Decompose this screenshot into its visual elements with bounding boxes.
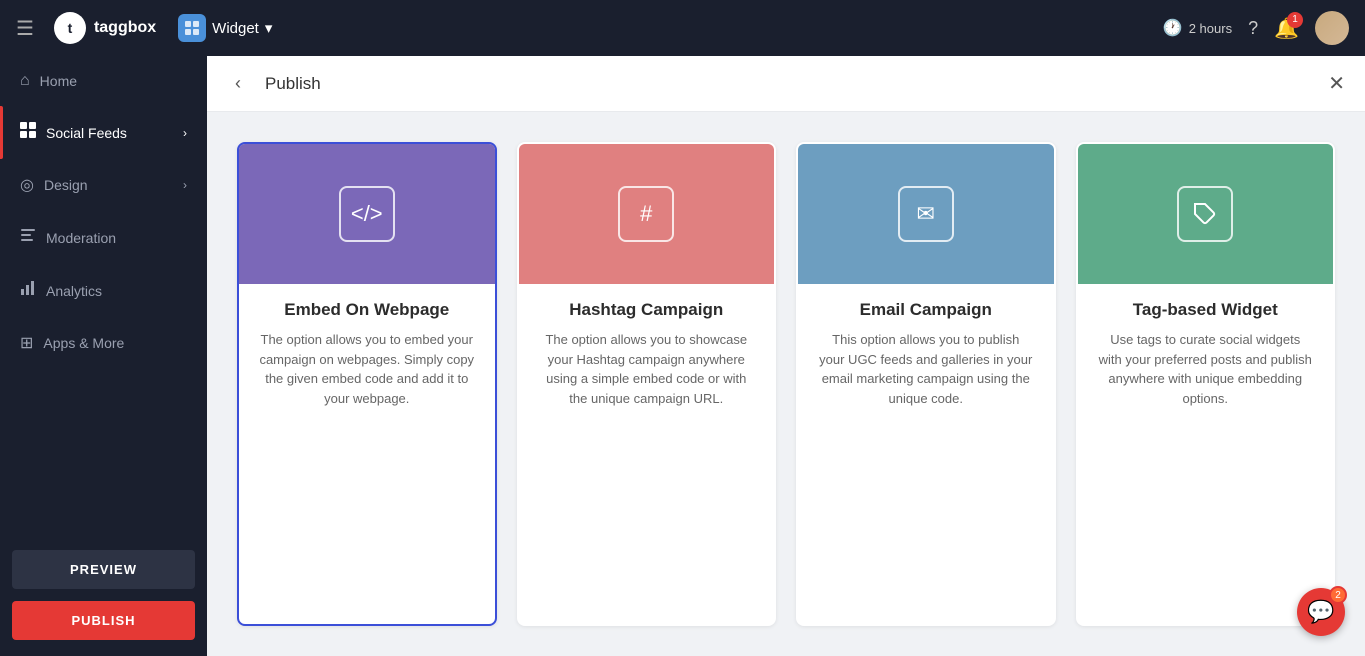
nav-right: 🕐 2 hours ? 🔔 1: [1163, 11, 1349, 45]
main-layout: ⌂ Home Social Feeds › ◎ Design ›: [0, 56, 1365, 656]
tag-card-icon-area: [1078, 144, 1334, 284]
analytics-icon: [20, 280, 36, 301]
design-icon: ◎: [20, 175, 34, 195]
sidebar-label-social-feeds: Social Feeds: [46, 125, 127, 141]
chat-icon: 💬: [1307, 599, 1334, 625]
time-label: 2 hours: [1189, 21, 1232, 36]
tag-card-desc: Use tags to curate social widgets with y…: [1098, 330, 1314, 408]
embed-card-body: Embed On Webpage The option allows you t…: [239, 284, 495, 624]
embed-card-title: Embed On Webpage: [259, 300, 475, 320]
logo: t taggbox: [54, 12, 156, 44]
top-navbar: ☰ t taggbox Widget ▾ 🕐 2 hours ? 🔔 1: [0, 0, 1365, 56]
hashtag-card-icon-area: #: [519, 144, 775, 284]
hashtag-card-desc: The option allows you to showcase your H…: [539, 330, 755, 408]
preview-button[interactable]: PREVIEW: [12, 550, 195, 589]
avatar[interactable]: [1315, 11, 1349, 45]
sidebar-item-apps-more[interactable]: ⊞ Apps & More: [0, 317, 207, 369]
notification-badge: 1: [1287, 12, 1303, 28]
help-icon[interactable]: ?: [1248, 18, 1258, 39]
embed-card-icon-area: </>: [239, 144, 495, 284]
tag-card-title: Tag-based Widget: [1098, 300, 1314, 320]
tag-icon: [1177, 186, 1233, 242]
sidebar-item-design[interactable]: ◎ Design ›: [0, 159, 207, 211]
publish-title: Publish: [265, 74, 1312, 94]
embed-card-desc: The option allows you to embed your camp…: [259, 330, 475, 408]
email-card-desc: This option allows you to publish your U…: [818, 330, 1034, 408]
sidebar: ⌂ Home Social Feeds › ◎ Design ›: [0, 56, 207, 656]
widget-chevron: ▾: [265, 19, 273, 37]
sidebar-bottom: PREVIEW PUBLISH: [0, 542, 207, 656]
hashtag-card[interactable]: # Hashtag Campaign The option allows you…: [517, 142, 777, 626]
apps-icon: ⊞: [20, 333, 33, 353]
sidebar-label-apps: Apps & More: [43, 335, 124, 351]
chevron-right-icon: ›: [183, 126, 187, 140]
tag-card[interactable]: Tag-based Widget Use tags to curate soci…: [1076, 142, 1336, 626]
sidebar-label-design: Design: [44, 177, 88, 193]
logo-icon: t: [54, 12, 86, 44]
embed-icon: </>: [339, 186, 395, 242]
publish-button[interactable]: PUBLISH: [12, 601, 195, 640]
hashtag-card-title: Hashtag Campaign: [539, 300, 755, 320]
social-feeds-icon: [20, 122, 36, 143]
clock-icon: 🕐: [1163, 18, 1183, 38]
embed-card[interactable]: </> Embed On Webpage The option allows y…: [237, 142, 497, 626]
sidebar-item-moderation[interactable]: Moderation: [0, 211, 207, 264]
tag-card-body: Tag-based Widget Use tags to curate soci…: [1078, 284, 1334, 624]
sidebar-item-home[interactable]: ⌂ Home: [0, 56, 207, 106]
hashtag-card-body: Hashtag Campaign The option allows you t…: [519, 284, 775, 624]
hashtag-icon: #: [618, 186, 674, 242]
sidebar-item-label: Home: [40, 73, 77, 89]
sidebar-label-analytics: Analytics: [46, 283, 102, 299]
time-badge: 🕐 2 hours: [1163, 18, 1232, 38]
widget-button[interactable]: Widget ▾: [168, 8, 282, 48]
notification-button[interactable]: 🔔 1: [1274, 16, 1299, 41]
logo-text: taggbox: [94, 19, 156, 37]
moderation-icon: [20, 227, 36, 248]
design-chevron-icon: ›: [183, 178, 187, 192]
sidebar-item-social-feeds[interactable]: Social Feeds ›: [0, 106, 207, 159]
widget-icon: [178, 14, 206, 42]
hamburger-icon[interactable]: ☰: [16, 16, 34, 41]
email-icon: ✉: [898, 186, 954, 242]
chat-notification-badge: 2: [1329, 586, 1347, 604]
sidebar-item-analytics[interactable]: Analytics: [0, 264, 207, 317]
close-button[interactable]: ✕: [1328, 71, 1345, 96]
home-icon: ⌂: [20, 72, 30, 90]
cards-area: </> Embed On Webpage The option allows y…: [207, 112, 1365, 656]
email-card-icon-area: ✉: [798, 144, 1054, 284]
sidebar-label-moderation: Moderation: [46, 230, 116, 246]
content-area: ‹ Publish ✕ </> Embed On Webpage The opt…: [207, 56, 1365, 656]
back-button[interactable]: ‹: [227, 69, 249, 98]
publish-header: ‹ Publish ✕: [207, 56, 1365, 112]
email-card-body: Email Campaign This option allows you to…: [798, 284, 1054, 624]
chat-bubble[interactable]: 💬 2: [1297, 588, 1345, 636]
email-card[interactable]: ✉ Email Campaign This option allows you …: [796, 142, 1056, 626]
widget-label: Widget: [212, 20, 259, 37]
email-card-title: Email Campaign: [818, 300, 1034, 320]
